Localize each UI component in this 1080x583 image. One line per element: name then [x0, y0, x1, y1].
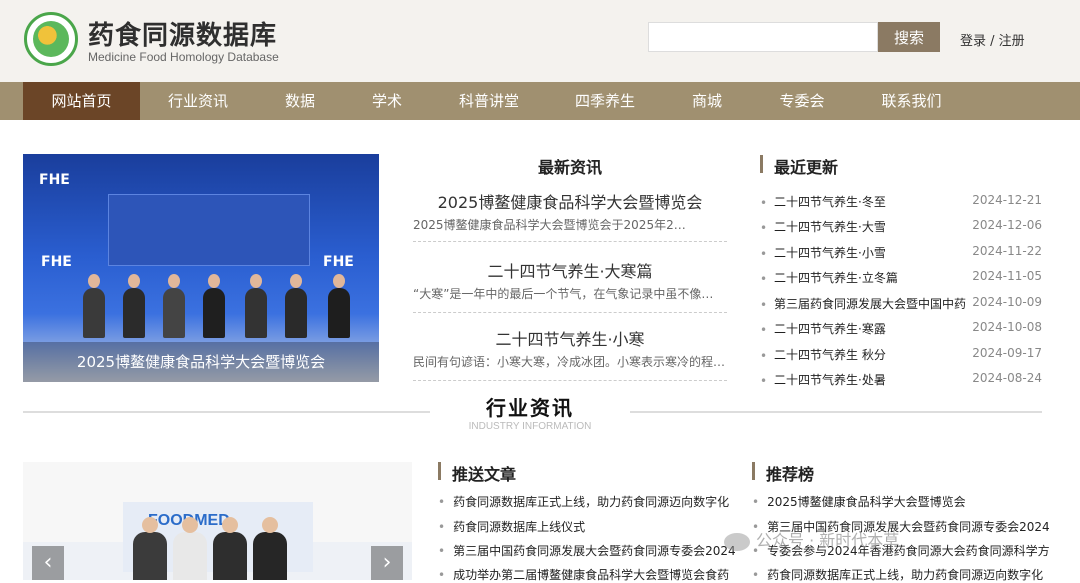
latest-news-heading: 最新资讯 — [537, 158, 602, 177]
slider-prev-icon[interactable]: ‹ — [32, 546, 64, 580]
bullet-icon: • — [438, 520, 446, 534]
update-item[interactable]: • 二十四节气养生·寒露 2024-10-08 — [760, 320, 1042, 340]
banner-person — [213, 517, 247, 580]
nav-home[interactable]: 网站首页 — [23, 82, 140, 120]
bullet-icon: • — [760, 196, 768, 210]
section-marker — [760, 155, 763, 173]
login-register-link[interactable]: 登录 / 注册 — [960, 30, 1025, 49]
news-divider — [413, 312, 727, 313]
update-title[interactable]: 二十四节气养生·立冬篇 — [774, 269, 970, 286]
search-button[interactable]: 搜索 — [878, 22, 940, 52]
update-date: 2024-11-22 — [972, 244, 1042, 258]
bullet-icon: • — [760, 272, 768, 286]
news-item-desc: 2025博鳌健康食品科学大会暨博览会于2025年2… — [413, 218, 686, 232]
update-title[interactable]: 二十四节气养生·大雪 — [774, 218, 970, 235]
site-logo[interactable] — [24, 12, 78, 66]
divider-right — [630, 411, 1042, 413]
wechat-icon — [724, 532, 750, 551]
banner-photo-people — [23, 274, 379, 338]
bullet-icon: • — [752, 495, 760, 509]
news-item-desc: “大寒”是一年中的最后一个节气，在气象记录中虽不像… — [413, 287, 714, 301]
banner-slide[interactable]: FHE FHE FHE 2025博鳌健康食品科学大会暨博览会 — [23, 154, 379, 382]
nav-contact[interactable]: 联系我们 — [864, 82, 959, 120]
article-link[interactable]: • 成功举办第二届博鳌健康食品科学大会暨博览会食药 — [438, 566, 729, 583]
update-item[interactable]: • 第三届药食同源发展大会暨中国中药 2024-10-09 — [760, 295, 1042, 315]
update-date: 2024-08-24 — [972, 371, 1042, 385]
bullet-icon: • — [760, 374, 768, 388]
recommended-link[interactable]: • 2025博鳌健康食品科学大会暨博览会 — [752, 493, 966, 510]
bullet-icon: • — [438, 495, 446, 509]
update-title[interactable]: 二十四节气养生·处暑 — [774, 371, 970, 388]
news-item-title[interactable]: 二十四节气养生·小寒 — [413, 326, 727, 350]
recommended-heading: 推荐榜 — [766, 465, 815, 484]
article-link[interactable]: • 药食同源数据库上线仪式 — [438, 518, 585, 535]
site-title[interactable]: 药食同源数据库 — [88, 15, 277, 52]
article-link[interactable]: • 第三届中国药食同源发展大会暨药食同源专委会2024 — [438, 542, 736, 559]
divider-left — [23, 411, 430, 413]
update-title[interactable]: 二十四节气养生·小雪 — [774, 244, 970, 261]
banner-stage-screen — [108, 194, 310, 266]
update-item[interactable]: • 二十四节气养生·立冬篇 2024-11-05 — [760, 269, 1042, 289]
main-nav: 网站首页 行业资讯 数据 学术 科普讲堂 四季养生 商城 专委会 联系我们 — [0, 82, 1080, 120]
industry-banner-slide[interactable]: FOODMED — [23, 462, 412, 580]
update-item[interactable]: • 二十四节气养生·处暑 2024-08-24 — [760, 371, 1042, 391]
nav-seasonal-health[interactable]: 四季养生 — [556, 82, 654, 120]
news-item-title[interactable]: 2025博鳌健康食品科学大会暨博览会 — [413, 189, 727, 213]
recommended-link[interactable]: • 药食同源数据库正式上线，助力药食同源迈向数字化 — [752, 566, 1043, 583]
featured-articles-heading: 推送文章 — [452, 465, 517, 484]
banner-person — [253, 517, 287, 580]
article-link[interactable]: • 药食同源数据库正式上线，助力药食同源迈向数字化 — [438, 493, 729, 510]
update-title[interactable]: 二十四节气养生 秋分 — [774, 346, 970, 363]
nav-industry-news[interactable]: 行业资讯 — [147, 82, 249, 120]
banner-caption[interactable]: 2025博鳌健康食品科学大会暨博览会 — [23, 342, 379, 382]
update-date: 2024-09-17 — [972, 346, 1042, 360]
nav-science-lectures[interactable]: 科普讲堂 — [440, 82, 538, 120]
section-marker — [438, 462, 441, 480]
bullet-icon: • — [760, 247, 768, 261]
bullet-icon: • — [760, 323, 768, 337]
update-item[interactable]: • 二十四节气养生·大雪 2024-12-06 — [760, 218, 1042, 238]
news-item-desc: 民间有句谚语：小寒大寒，冷成冰团。小寒表示寒冷的程… — [413, 355, 726, 369]
banner-fhe-logo: FHE — [39, 172, 70, 188]
update-date: 2024-12-21 — [972, 193, 1042, 207]
header: 药食同源数据库 Medicine Food Homology Database … — [0, 0, 1080, 82]
update-date: 2024-10-08 — [972, 320, 1042, 334]
nav-committee[interactable]: 专委会 — [760, 82, 844, 120]
news-item-title[interactable]: 二十四节气养生·大寒篇 — [413, 258, 727, 282]
news-divider — [413, 241, 727, 242]
logo-emblem-icon — [33, 21, 69, 57]
banner-person — [133, 517, 167, 580]
bullet-icon: • — [760, 349, 768, 363]
banner-person — [173, 517, 207, 580]
nav-mall[interactable]: 商城 — [672, 82, 742, 120]
update-item[interactable]: • 二十四节气养生·冬至 2024-12-21 — [760, 193, 1042, 213]
banner-fhe-logo-left: FHE — [41, 254, 72, 270]
bullet-icon: • — [760, 221, 768, 235]
update-title[interactable]: 二十四节气养生·冬至 — [774, 193, 970, 210]
news-divider — [413, 380, 727, 381]
update-date: 2024-12-06 — [972, 218, 1042, 232]
update-item[interactable]: • 二十四节气养生 秋分 2024-09-17 — [760, 346, 1042, 366]
slider-next-icon[interactable]: › — [371, 546, 403, 580]
industry-section-subtitle: INDUSTRY INFORMATION — [468, 421, 592, 432]
search-input[interactable] — [648, 22, 878, 52]
update-date: 2024-10-09 — [972, 295, 1042, 309]
update-title[interactable]: 第三届药食同源发展大会暨中国中药 — [774, 295, 970, 312]
site-subtitle: Medicine Food Homology Database — [88, 50, 279, 64]
nav-data[interactable]: 数据 — [265, 82, 335, 120]
recent-updates-heading: 最近更新 — [774, 158, 839, 177]
bullet-icon: • — [760, 298, 768, 312]
section-marker — [752, 462, 755, 480]
watermark: 公众号 · 新时代本草 — [724, 527, 899, 551]
industry-section-title: 行业资讯 — [486, 396, 574, 420]
nav-academic[interactable]: 学术 — [352, 82, 422, 120]
update-title[interactable]: 二十四节气养生·寒露 — [774, 320, 970, 337]
update-item[interactable]: • 二十四节气养生·小雪 2024-11-22 — [760, 244, 1042, 264]
banner-fhe-logo-right: FHE — [323, 254, 354, 270]
update-date: 2024-11-05 — [972, 269, 1042, 283]
bullet-icon: • — [438, 544, 446, 558]
